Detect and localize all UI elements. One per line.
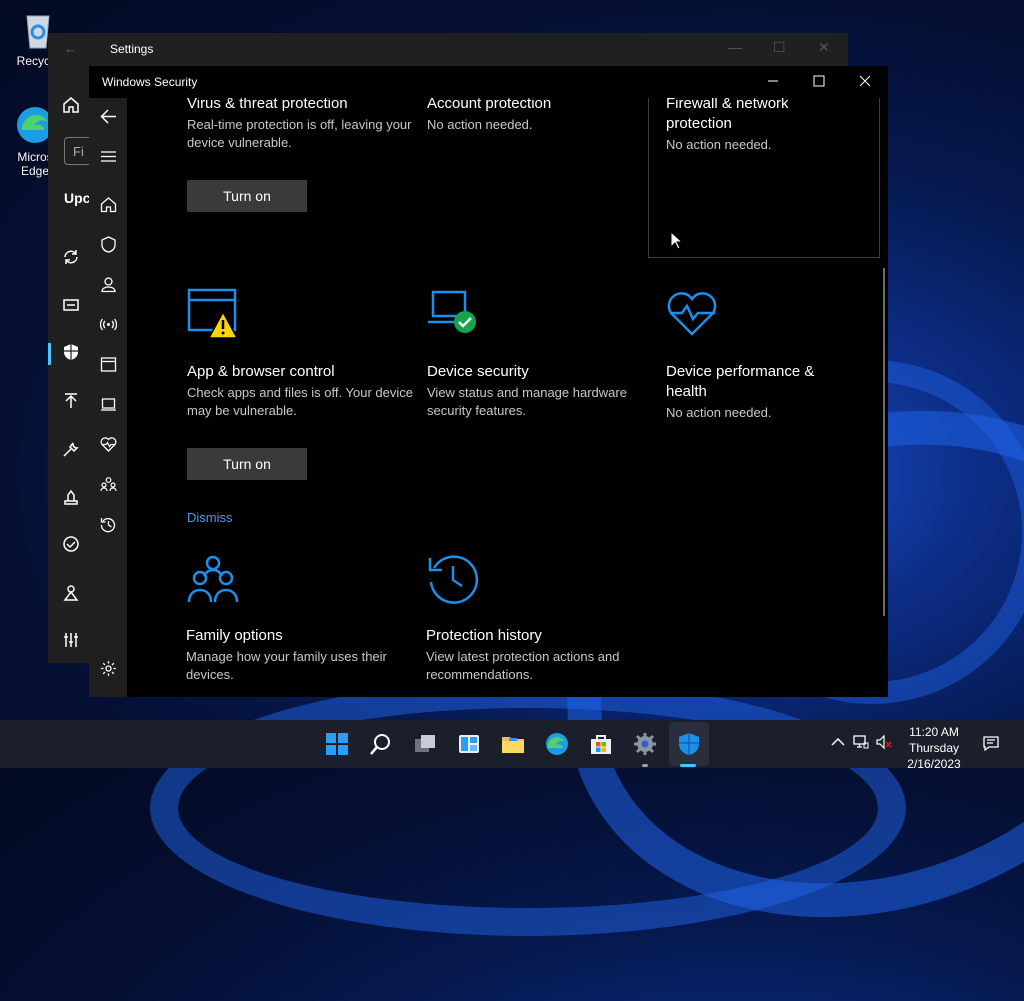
- settings-section-heading: Upc: [64, 190, 91, 206]
- app-browser-icon[interactable]: [98, 354, 118, 374]
- back-arrow-icon[interactable]: [98, 106, 118, 126]
- menu-icon[interactable]: [98, 146, 118, 166]
- family-icon[interactable]: [98, 474, 118, 494]
- windows-security-shield-icon[interactable]: [675, 730, 703, 758]
- activation-icon[interactable]: [62, 535, 80, 553]
- settings-title: Settings: [110, 42, 154, 56]
- tile-family-options[interactable]: Family options Manage how your family us…: [186, 552, 416, 684]
- windows-security-window: Windows Security Virus & threat protecti…: [89, 66, 888, 697]
- virus-shield-icon[interactable]: [98, 234, 118, 254]
- settings-gear-taskbar-icon[interactable]: [631, 730, 659, 758]
- winsec-sidebar: [89, 98, 127, 697]
- history-clock-icon: [426, 552, 480, 606]
- tile-description: Manage how your family uses their device…: [186, 649, 387, 682]
- tile-protection-history[interactable]: Protection history View latest protectio…: [426, 552, 656, 684]
- maximize-button[interactable]: [796, 66, 842, 96]
- wallpaper-swirl: [150, 680, 906, 936]
- delivery-icon[interactable]: [62, 296, 80, 314]
- settings-gear-icon[interactable]: [98, 658, 118, 678]
- clock-day: Thursday: [908, 741, 960, 755]
- mouse-cursor-icon: [670, 230, 684, 250]
- tile-firewall-network-protection[interactable]: Firewall & network protection No action …: [666, 98, 836, 154]
- dismiss-link[interactable]: Dismiss: [187, 510, 417, 525]
- widgets-icon[interactable]: [455, 730, 483, 758]
- tile-description: No action needed.: [427, 117, 533, 132]
- family-icon: [186, 552, 240, 606]
- account-icon[interactable]: [98, 274, 118, 294]
- home-icon[interactable]: [62, 96, 80, 114]
- maximize-icon[interactable]: ☐: [773, 39, 786, 56]
- chevron-up-icon[interactable]: [830, 734, 848, 752]
- system-clock[interactable]: 11:20 AM Thursday 2/16/2023: [898, 724, 970, 772]
- search-icon[interactable]: [367, 730, 395, 758]
- home-icon[interactable]: [98, 194, 118, 214]
- tile-description: Real-time protection is off, leaving you…: [187, 117, 412, 150]
- microsoft-store-icon[interactable]: [587, 730, 615, 758]
- minimize-icon[interactable]: —: [728, 39, 742, 55]
- history-icon[interactable]: [98, 514, 118, 534]
- network-icon[interactable]: [853, 734, 871, 752]
- tile-app-browser-control[interactable]: App & browser control Check apps and fil…: [187, 288, 417, 525]
- tile-account-protection[interactable]: Account protection No action needed.: [427, 98, 657, 134]
- running-indicator: [642, 764, 648, 767]
- tile-title: Virus & threat protection: [187, 98, 348, 112]
- sync-icon[interactable]: [62, 248, 80, 266]
- turn-on-button[interactable]: Turn on: [187, 180, 307, 212]
- tile-device-security[interactable]: Device security View status and manage h…: [427, 288, 657, 420]
- tile-description: View status and manage hardware security…: [427, 385, 627, 418]
- heart-health-icon[interactable]: [98, 434, 118, 454]
- tile-title: Device security: [427, 363, 529, 380]
- tile-description: Check apps and files is off. Your device…: [187, 385, 413, 418]
- edge-browser-icon[interactable]: [543, 730, 571, 758]
- turn-on-button[interactable]: Turn on: [187, 448, 307, 480]
- tile-description: View latest protection actions and recom…: [426, 649, 620, 682]
- back-arrow-icon[interactable]: ←: [64, 41, 77, 56]
- tile-description: No action needed.: [666, 405, 772, 420]
- backup-icon[interactable]: [62, 392, 80, 410]
- volume-muted-icon[interactable]: [876, 734, 894, 752]
- device-security-check-icon: [427, 288, 481, 342]
- find-device-icon[interactable]: [62, 584, 80, 602]
- file-explorer-icon[interactable]: [499, 730, 527, 758]
- device-security-icon[interactable]: [98, 394, 118, 414]
- selected-indicator: [48, 343, 51, 365]
- tile-title: Account protection: [427, 98, 552, 112]
- tile-title: App & browser control: [187, 363, 335, 380]
- firewall-network-icon[interactable]: [98, 314, 118, 334]
- clock-date: 2/16/2023: [907, 757, 961, 771]
- wrench-icon[interactable]: [62, 440, 80, 458]
- start-windows-icon[interactable]: [323, 730, 351, 758]
- close-button[interactable]: [842, 66, 888, 96]
- scrollbar-thumb[interactable]: [883, 268, 885, 616]
- shield-icon[interactable]: [62, 343, 80, 361]
- winsec-titlebar: Windows Security: [89, 66, 888, 98]
- notification-icon[interactable]: [983, 735, 1001, 753]
- winsec-title: Windows Security: [102, 75, 198, 89]
- tile-description: No action needed.: [666, 137, 772, 152]
- clock-time: 11:20 AM: [909, 725, 959, 739]
- tile-title: Family options: [186, 627, 283, 644]
- app-browser-warning-icon: [187, 288, 241, 342]
- minimize-button[interactable]: [750, 66, 796, 96]
- heart-pulse-icon: [666, 288, 720, 342]
- security-dashboard: Virus & threat protection Real-time prot…: [127, 98, 888, 697]
- tile-title: Device performance & health: [666, 363, 815, 400]
- tile-virus-threat-protection[interactable]: Virus & threat protection Real-time prot…: [187, 98, 417, 212]
- taskbar: 11:20 AM Thursday 2/16/2023: [0, 720, 1024, 771]
- task-view-icon[interactable]: [411, 730, 439, 758]
- recovery-icon[interactable]: [62, 487, 80, 505]
- active-indicator: [680, 764, 696, 767]
- tile-title: Firewall & network protection: [666, 98, 789, 132]
- close-icon[interactable]: ✕: [818, 39, 830, 56]
- developer-icon[interactable]: [62, 631, 80, 649]
- tile-title: Protection history: [426, 627, 542, 644]
- tile-device-performance-health[interactable]: Device performance & health No action ne…: [666, 288, 846, 422]
